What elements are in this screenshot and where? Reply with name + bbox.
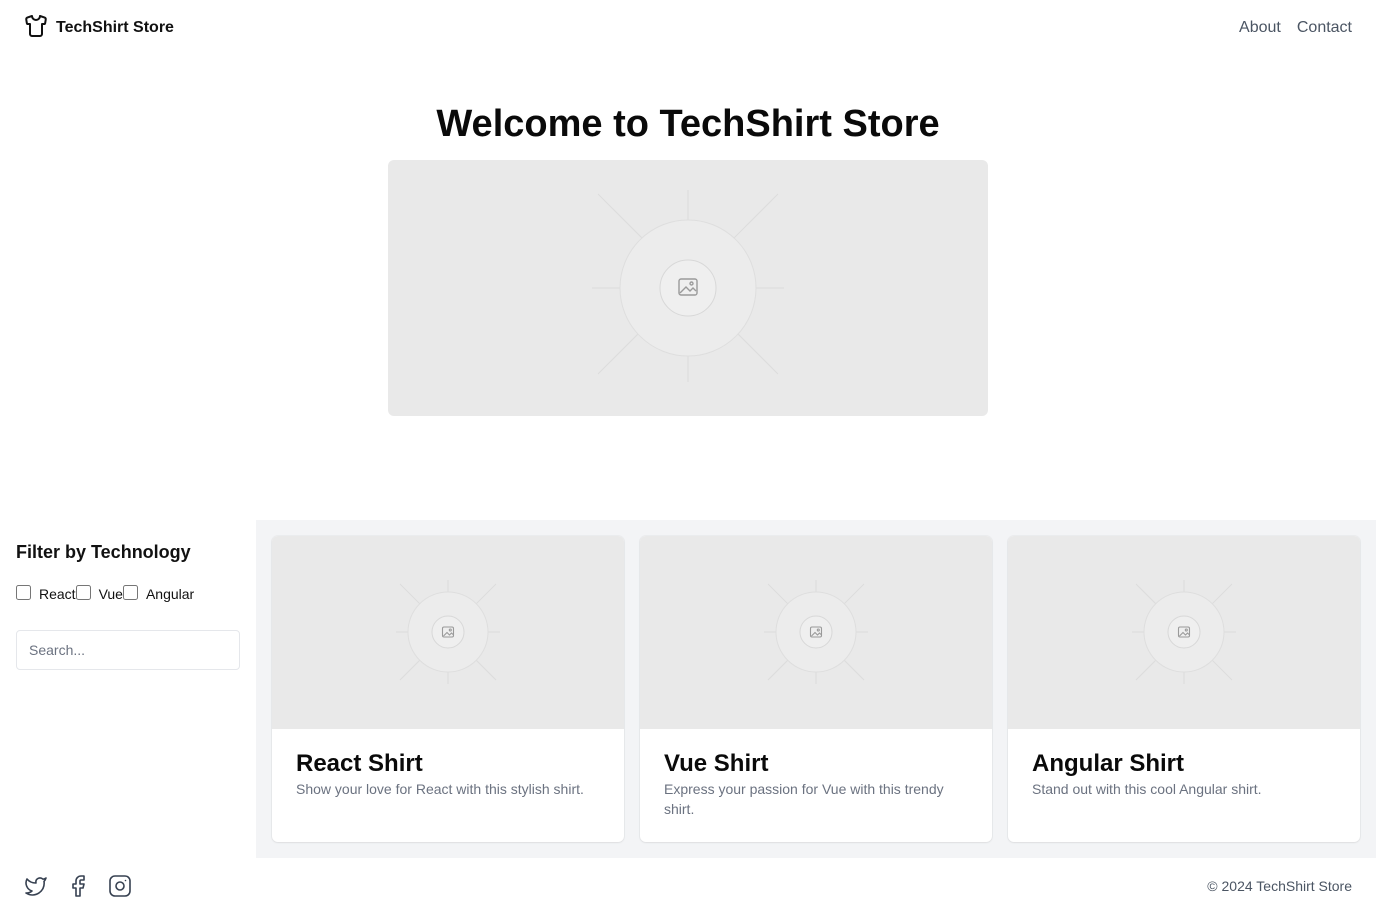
product-title: Vue Shirt: [664, 750, 769, 777]
product-card-body: Angular Shirt Stand out with this cool A…: [1008, 729, 1360, 819]
nav-link-about[interactable]: About: [1239, 19, 1281, 37]
social-links: [24, 874, 132, 898]
site-header: TechShirt Store About Contact: [0, 0, 1376, 56]
product-card-body: Vue Shirt Express your passion for Vue w…: [640, 729, 992, 839]
facebook-icon[interactable]: [66, 874, 90, 898]
product-grid: React Shirt Show your love for React wit…: [256, 520, 1376, 858]
brand-link[interactable]: TechShirt Store: [24, 14, 174, 43]
product-image-placeholder: [1008, 536, 1360, 729]
product-card-angular[interactable]: Angular Shirt Stand out with this cool A…: [1008, 536, 1360, 842]
instagram-icon[interactable]: [108, 874, 132, 898]
tshirt-icon: [24, 14, 48, 43]
filter-label-angular: Angular: [145, 586, 195, 602]
filter-angular[interactable]: Angular: [122, 584, 195, 602]
product-title: React Shirt: [296, 750, 423, 777]
react-checkbox[interactable]: [16, 584, 31, 600]
twitter-icon[interactable]: [24, 874, 48, 898]
angular-checkbox[interactable]: [122, 584, 138, 600]
filter-title: Filter by Technology: [16, 542, 191, 562]
brand-title: TechShirt Store: [56, 19, 174, 36]
product-card-vue[interactable]: Vue Shirt Express your passion for Vue w…: [640, 536, 992, 842]
product-image-placeholder: [272, 536, 624, 729]
filter-vue[interactable]: Vue: [75, 584, 123, 602]
filter-react[interactable]: React: [16, 584, 76, 602]
filter-label-react: React: [39, 586, 76, 602]
product-title: Angular Shirt: [1032, 750, 1185, 777]
main-nav: About Contact: [1239, 19, 1352, 37]
site-footer: © 2024 TechShirt Store: [0, 858, 1376, 914]
copyright-text: © 2024 TechShirt Store: [1207, 878, 1352, 894]
page-title: Welcome to TechShirt Store: [436, 103, 940, 145]
product-description: Show your love for React with this styli…: [296, 781, 584, 797]
product-card-react[interactable]: React Shirt Show your love for React wit…: [272, 536, 624, 842]
image-placeholder-graphic: [764, 580, 868, 684]
image-placeholder-graphic: [1132, 580, 1236, 684]
image-placeholder-graphic: [396, 580, 500, 684]
product-description: Stand out with this cool Angular shirt.: [1032, 781, 1262, 797]
nav-link-contact[interactable]: Contact: [1297, 19, 1352, 37]
image-placeholder-graphic: [592, 190, 784, 382]
filter-sidebar: Filter by Technology React Vue Angular: [0, 520, 256, 858]
hero-image-placeholder: [388, 160, 988, 416]
search-input[interactable]: [16, 630, 240, 670]
vue-checkbox[interactable]: [75, 584, 91, 600]
product-description: Express your passion for Vue with this t…: [664, 781, 944, 817]
technology-filters: React Vue Angular: [16, 584, 240, 602]
product-card-body: React Shirt Show your love for React wit…: [272, 729, 624, 819]
filter-label-vue: Vue: [98, 586, 123, 602]
product-image-placeholder: [640, 536, 992, 729]
